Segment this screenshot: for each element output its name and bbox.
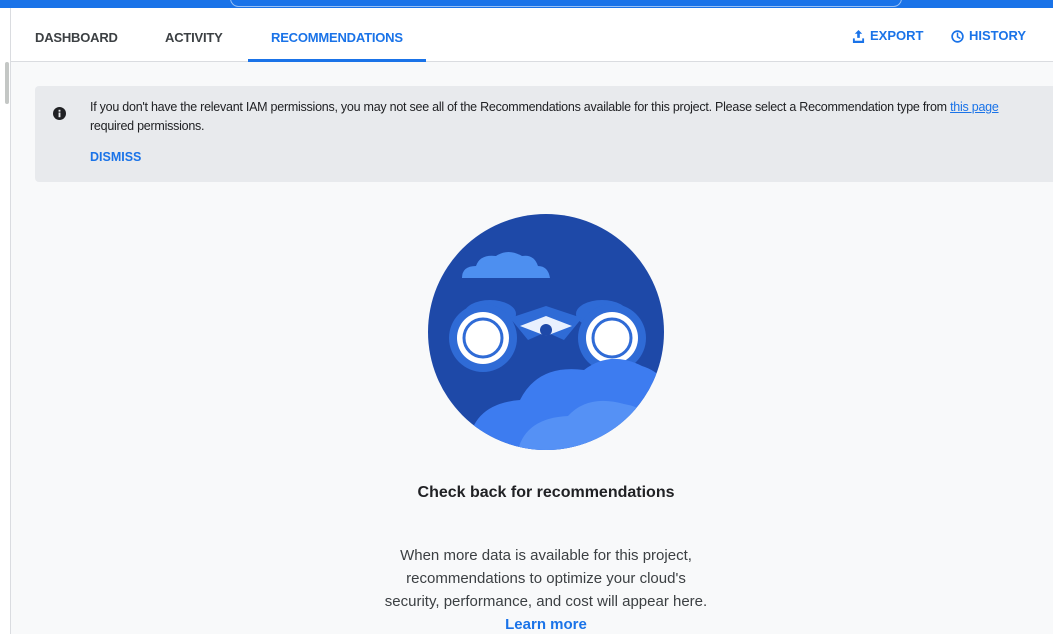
empty-state-title: Check back for recommendations (417, 484, 675, 501)
binoculars-illustration (428, 214, 664, 450)
search-bar-edge[interactable] (230, 0, 902, 7)
left-scroll-rail (0, 8, 11, 634)
info-icon (53, 107, 66, 120)
export-button[interactable]: EXPORT (852, 8, 923, 61)
banner-message: If you don't have the relevant IAM permi… (90, 98, 1053, 117)
tab-bar: DASHBOARD ACTIVITY RECOMMENDATIONS EXPOR… (11, 8, 1053, 62)
tab-recommendations[interactable]: RECOMMENDATIONS (248, 8, 426, 62)
tab-activity[interactable]: ACTIVITY (165, 8, 223, 61)
export-icon (852, 29, 865, 43)
banner-message-text: If you don't have the relevant IAM permi… (90, 100, 951, 114)
tab-dashboard[interactable]: DASHBOARD (35, 8, 118, 61)
empty-state-line-3: security, performance, and cost will app… (384, 593, 708, 610)
scrollbar-thumb[interactable] (5, 62, 9, 104)
banner-message-line2: required permissions. (90, 119, 205, 133)
history-button[interactable]: HISTORY (951, 8, 1026, 61)
learn-more-link[interactable]: Learn more (505, 616, 587, 633)
learn-more-row: Learn more (0, 616, 1053, 633)
empty-state-description: When more data is available for this pro… (0, 544, 1053, 613)
history-label: HISTORY (969, 28, 1027, 43)
export-label: EXPORT (870, 28, 924, 43)
this-page-link[interactable]: this page (950, 100, 999, 114)
dismiss-button[interactable]: DISMISS (90, 150, 141, 164)
empty-state-line-2: recommendations to optimize your cloud's (406, 570, 686, 587)
history-icon (951, 29, 964, 43)
permissions-banner: If you don't have the relevant IAM permi… (35, 86, 1053, 182)
empty-state-line-1: When more data is available for this pro… (400, 547, 692, 564)
